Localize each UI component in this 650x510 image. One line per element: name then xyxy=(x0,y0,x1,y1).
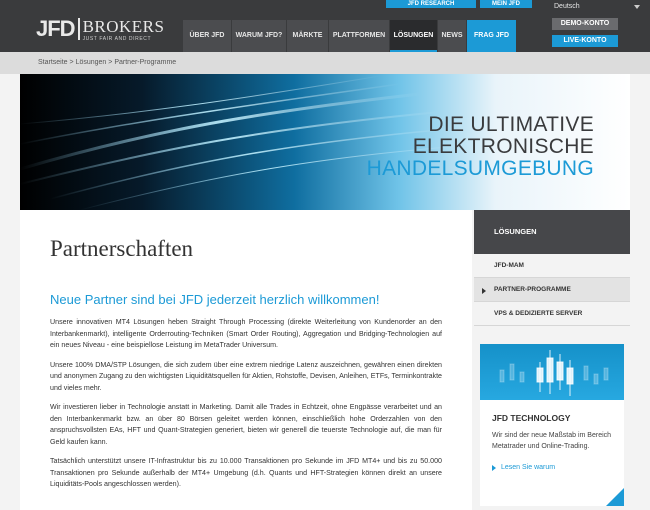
logo-mark: JFD xyxy=(36,16,76,41)
language-label: Deutsch xyxy=(554,3,580,10)
sidebar-item-partner-programme[interactable]: PARTNER-PROGRAMME xyxy=(474,278,630,302)
sidebar: LÖSUNGEN JFD-MAM PARTNER-PROGRAMME VPS &… xyxy=(474,210,630,510)
breadcrumb-separator: > xyxy=(108,59,113,66)
sidebar-item-jfd-mam[interactable]: JFD-MAM xyxy=(474,254,630,278)
top-header: JFD RESEARCH MEIN JFD Deutsch JFD BROKER… xyxy=(0,0,650,52)
hero-line-2: ELEKTRONISCHE xyxy=(412,135,594,158)
main-content: Partnerschaften Neue Partner sind bei JF… xyxy=(20,210,472,510)
mein-jfd-link[interactable]: MEIN JFD xyxy=(480,0,532,8)
logo-divider xyxy=(77,18,80,40)
nav-maerkte[interactable]: MÄRKTE xyxy=(287,20,328,52)
language-select[interactable]: Deutsch xyxy=(544,0,650,14)
nav-news[interactable]: NEWS xyxy=(438,20,466,52)
arrow-right-icon xyxy=(492,464,496,471)
paragraph-mt4-solutions: Unsere innovativen MT4 Lösungen heben St… xyxy=(50,318,442,349)
caret-down-icon xyxy=(634,5,640,9)
read-why-label: Lesen Sie warum xyxy=(501,464,556,471)
nav-loesungen[interactable]: LÖSUNGEN xyxy=(390,20,437,52)
hero-banner: DIE ULTIMATIVE ELEKTRONISCHE HANDELSUMGE… xyxy=(20,74,630,210)
nav-frag-jfd[interactable]: FRAG JFD xyxy=(467,20,516,52)
sidebar-item-vps-server[interactable]: VPS & DEDIZIERTE SERVER xyxy=(474,302,630,326)
breadcrumb-current: Partner-Programme xyxy=(114,59,177,66)
hero-line-1: DIE ULTIMATIVE xyxy=(428,113,594,136)
promo-corner-accent xyxy=(606,488,624,506)
demo-account-button[interactable]: DEMO-KONTO xyxy=(552,18,618,30)
jfd-research-link[interactable]: JFD RESEARCH xyxy=(386,0,476,8)
paragraph-technology: Wir investieren lieber in Technologie an… xyxy=(50,403,442,446)
promo-title: JFD TECHNOLOGY xyxy=(492,413,571,423)
page-title: Partnerschaften xyxy=(50,236,194,261)
main-navigation: ÜBER JFD WARUM JFD? MÄRKTE PLATTFORMEN L… xyxy=(183,20,517,52)
nav-ueber-jfd[interactable]: ÜBER JFD xyxy=(183,20,231,52)
breadcrumb-startseite[interactable]: Startseite xyxy=(38,59,68,66)
live-account-button[interactable]: LIVE-KONTO xyxy=(552,35,618,47)
paragraph-dma-stp: Unsere 100% DMA/STP Lösungen, die sich z… xyxy=(50,360,442,392)
hero-line-3: HANDELSUMGEBUNG xyxy=(366,157,594,180)
page-subtitle: Neue Partner sind bei JFD jederzeit herz… xyxy=(50,292,380,307)
breadcrumb-loesungen[interactable]: Lösungen xyxy=(76,59,107,66)
jfd-brokers-logo[interactable]: JFD BROKERS JUST FAIR AND DIRECT xyxy=(36,18,164,46)
candlestick-chart-icon xyxy=(480,344,624,400)
promo-text: Wir sind der neue Maßstab im Bereich Met… xyxy=(492,432,612,450)
nav-warum-jfd[interactable]: WARUM JFD? xyxy=(232,20,286,52)
paragraph-infrastructure: Tatsächlich unterstützt unsere IT-Infras… xyxy=(50,457,442,488)
read-why-link[interactable]: Lesen Sie warum xyxy=(492,464,624,471)
breadcrumb: Startseite > Lösungen > Partner-Programm… xyxy=(0,52,650,74)
logo-brokers-text: BROKERS xyxy=(82,17,165,36)
hero-headline: DIE ULTIMATIVE ELEKTRONISCHE HANDELSUMGE… xyxy=(367,114,594,180)
nav-plattformen[interactable]: PLATTFORMEN xyxy=(329,20,389,52)
logo-tagline: JUST FAIR AND DIRECT xyxy=(82,36,152,42)
breadcrumb-separator: > xyxy=(69,59,74,66)
sidebar-heading: LÖSUNGEN xyxy=(474,210,630,254)
logo-wordmark: BROKERS JUST FAIR AND DIRECT xyxy=(83,18,165,42)
jfd-technology-promo[interactable]: JFD TECHNOLOGY Wir sind der neue Maßstab… xyxy=(480,344,624,506)
